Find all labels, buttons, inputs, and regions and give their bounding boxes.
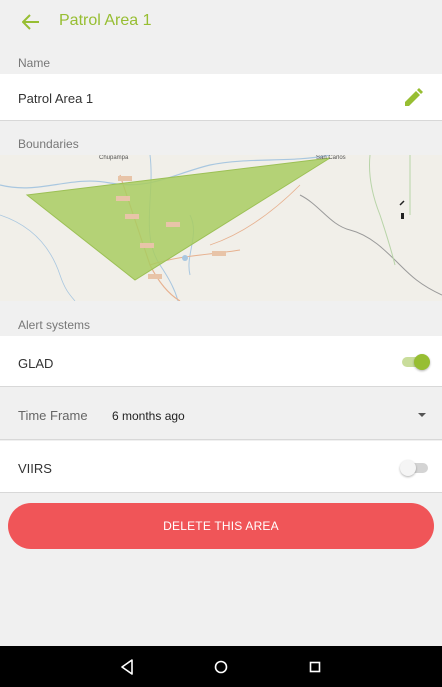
square-recents-icon: [309, 661, 321, 673]
system-nav-bar: [0, 646, 442, 687]
delete-area-button[interactable]: DELETE THIS AREA: [8, 503, 434, 549]
time-frame-row[interactable]: Time Frame 6 months ago: [0, 388, 442, 440]
edit-name-button[interactable]: [402, 87, 424, 109]
nav-back-button[interactable]: [115, 655, 139, 679]
viirs-row: VIIRS: [0, 441, 442, 493]
viirs-toggle[interactable]: [400, 458, 430, 478]
name-section-label: Name: [18, 56, 51, 70]
map-canvas: [0, 155, 442, 301]
boundaries-map[interactable]: Chupampa San Carlos: [0, 155, 442, 301]
chevron-down-icon[interactable]: [418, 413, 426, 417]
page-title: Patrol Area 1: [59, 12, 152, 29]
name-row: Patrol Area 1: [0, 74, 442, 121]
map-label-san-carlos: San Carlos: [316, 155, 346, 161]
time-frame-label: Time Frame: [18, 408, 88, 423]
area-name-value: Patrol Area 1: [18, 91, 94, 106]
time-frame-value: 6 months ago: [112, 409, 185, 423]
boundaries-section-label: Boundaries: [18, 137, 79, 151]
arrow-left-icon: [22, 14, 39, 30]
nav-home-button[interactable]: [209, 655, 233, 679]
nav-recents-button[interactable]: [303, 655, 327, 679]
map-label-chupampa: Chupampa: [99, 155, 129, 161]
circle-home-icon: [214, 660, 228, 674]
glad-label: GLAD: [18, 356, 54, 371]
pencil-icon: [405, 88, 423, 106]
glad-row: GLAD: [0, 336, 442, 387]
triangle-back-icon: [121, 659, 133, 675]
viirs-label: VIIRS: [18, 461, 52, 476]
glad-toggle[interactable]: [400, 352, 430, 372]
alerts-section-label: Alert systems: [18, 318, 91, 332]
app-bar: Patrol Area 1: [0, 0, 442, 46]
back-button[interactable]: [18, 11, 44, 33]
